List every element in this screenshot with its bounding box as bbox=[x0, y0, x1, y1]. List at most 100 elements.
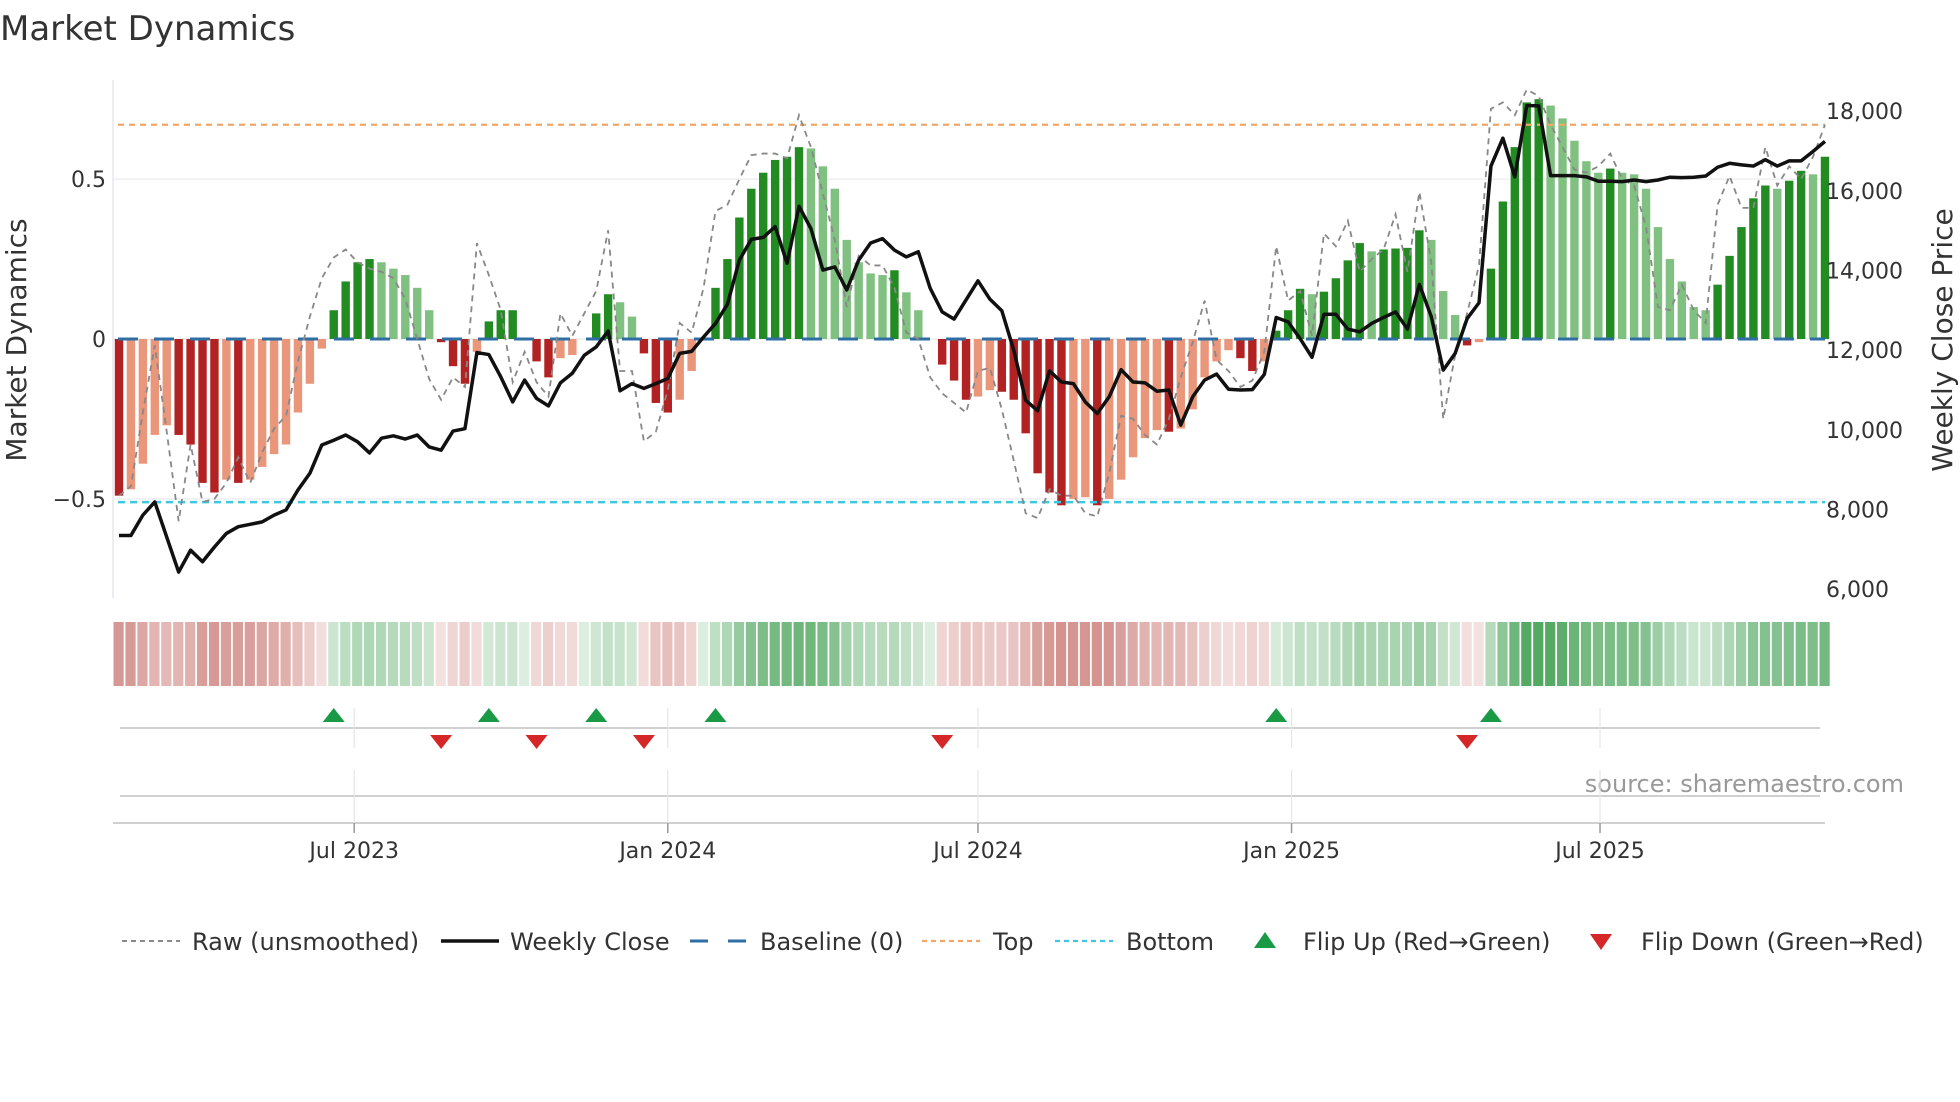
momentum-bar bbox=[305, 339, 315, 384]
strip-cell bbox=[829, 622, 840, 686]
momentum-bar bbox=[1701, 310, 1710, 339]
strip-cell bbox=[972, 622, 983, 686]
momentum-bar bbox=[1689, 307, 1698, 339]
left-tick-label: 0 bbox=[92, 328, 106, 353]
strip-cell bbox=[531, 622, 542, 686]
momentum-bar bbox=[1773, 188, 1782, 339]
momentum-bar bbox=[210, 339, 219, 493]
strip-cell bbox=[1211, 622, 1222, 686]
x-tick-label: Jul 2025 bbox=[1553, 839, 1645, 864]
strip-cell bbox=[340, 622, 351, 686]
strip-cell bbox=[471, 622, 482, 686]
momentum-bar bbox=[1224, 339, 1233, 351]
momentum-bar bbox=[866, 273, 875, 339]
momentum-bar bbox=[1152, 339, 1162, 431]
strip-cell bbox=[1222, 622, 1234, 686]
strip-cell bbox=[1115, 622, 1126, 686]
strip-cell bbox=[638, 622, 649, 686]
strip-cell bbox=[1485, 622, 1496, 686]
legend-flip-up-icon bbox=[1254, 932, 1276, 948]
legend-label: Top bbox=[992, 928, 1034, 956]
legend-flip-down-icon bbox=[1590, 934, 1612, 950]
right-tick-label: 6,000 bbox=[1826, 578, 1889, 603]
lines bbox=[118, 88, 1827, 574]
strip-cell bbox=[877, 622, 888, 686]
strip-cell bbox=[1473, 622, 1484, 686]
strip-cell bbox=[435, 622, 446, 686]
momentum-bar bbox=[711, 287, 720, 339]
chart-title: Market Dynamics bbox=[0, 9, 295, 49]
strip-cell bbox=[710, 622, 721, 686]
right-tick-label: 8,000 bbox=[1826, 499, 1889, 524]
momentum-bar bbox=[365, 259, 374, 339]
momentum-bar bbox=[198, 339, 207, 483]
momentum-bar bbox=[1606, 168, 1615, 339]
source-note: source: sharemaestro.com bbox=[1585, 770, 1904, 798]
momentum-bar bbox=[878, 275, 887, 339]
strip-cell bbox=[924, 622, 935, 686]
strip-cell bbox=[984, 622, 995, 686]
strip-cell bbox=[1712, 622, 1723, 686]
momentum-bar bbox=[687, 339, 696, 371]
strip-cell bbox=[197, 622, 208, 686]
momentum-bar bbox=[377, 262, 386, 339]
momentum-bar bbox=[985, 339, 995, 391]
flip-up-marker bbox=[477, 708, 500, 722]
momentum-bar bbox=[1582, 161, 1591, 339]
momentum-bar bbox=[1570, 140, 1579, 339]
momentum-bar bbox=[138, 339, 148, 464]
strip-cell bbox=[841, 622, 852, 686]
strip-cell bbox=[948, 622, 959, 686]
legend-label: Flip Down (Green→Red) bbox=[1641, 928, 1924, 956]
momentum-bar bbox=[1391, 248, 1400, 339]
strip-cell bbox=[1413, 622, 1425, 686]
strip-cell bbox=[1819, 622, 1830, 686]
strip-cell bbox=[1127, 622, 1138, 686]
momentum-bar bbox=[675, 339, 684, 400]
momentum-bar bbox=[1594, 172, 1603, 339]
strip-cell bbox=[1020, 622, 1031, 686]
strip-cell bbox=[375, 622, 387, 686]
strip-cell bbox=[399, 622, 411, 686]
strip-cell bbox=[626, 622, 637, 686]
momentum-bar bbox=[568, 339, 577, 355]
strip-cell bbox=[387, 622, 399, 686]
legend-label: Baseline (0) bbox=[760, 928, 903, 956]
strip-cell bbox=[1008, 622, 1019, 686]
momentum-bar bbox=[770, 159, 780, 339]
market-dynamics-chart: Market Dynamics Market Dynamics Weekly C… bbox=[0, 9, 1959, 956]
strip-cell bbox=[614, 622, 625, 686]
legend-label: Weekly Close bbox=[510, 928, 670, 956]
strip-cell bbox=[1449, 622, 1460, 686]
strip-cell bbox=[996, 622, 1007, 686]
strip-cell bbox=[888, 622, 900, 686]
strip-cell bbox=[447, 622, 458, 686]
momentum-bar bbox=[1439, 291, 1448, 339]
momentum-bar bbox=[937, 339, 947, 365]
strip-cell bbox=[1700, 622, 1711, 686]
momentum-bar bbox=[472, 339, 482, 352]
strip-cell bbox=[1724, 622, 1735, 686]
strip-cell bbox=[1103, 622, 1114, 686]
strip-cell bbox=[149, 622, 160, 686]
strip-cell bbox=[662, 622, 673, 686]
momentum-bar bbox=[413, 287, 422, 339]
momentum-bar bbox=[914, 310, 923, 339]
strip-cell bbox=[1091, 622, 1102, 686]
strip-cell bbox=[1676, 622, 1687, 686]
strip-cell bbox=[1437, 622, 1448, 686]
strip-cell bbox=[542, 622, 554, 686]
flip-up-marker bbox=[322, 708, 345, 722]
momentum-bar bbox=[818, 166, 828, 339]
momentum-bar bbox=[532, 339, 541, 362]
momentum-bar bbox=[1761, 185, 1770, 339]
momentum-bar bbox=[1248, 339, 1257, 371]
strip-cell bbox=[1044, 622, 1055, 686]
momentum-bar bbox=[424, 310, 434, 339]
strip-cell bbox=[1318, 622, 1329, 686]
strip-cell bbox=[1366, 622, 1377, 686]
momentum-bar bbox=[1379, 249, 1388, 339]
flip-up-marker bbox=[704, 708, 727, 722]
strip-cell bbox=[936, 622, 947, 686]
right-tick-label: 14,000 bbox=[1826, 259, 1903, 284]
